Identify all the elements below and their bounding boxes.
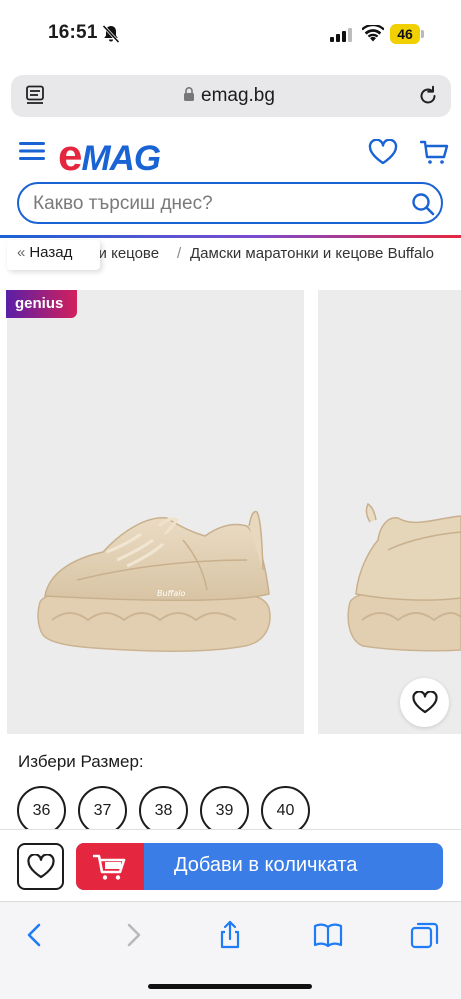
heart-outline-icon xyxy=(412,691,438,714)
logo-e: e xyxy=(58,131,83,180)
signal-icon xyxy=(330,28,352,42)
status-bar: 16:51 46 xyxy=(0,0,461,66)
battery-level: 46 xyxy=(390,24,420,44)
sneaker-image-2 xyxy=(347,502,461,652)
favorite-button[interactable] xyxy=(17,843,64,890)
add-to-wishlist-button[interactable] xyxy=(400,678,449,727)
favorites-heart-icon[interactable] xyxy=(368,139,398,165)
add-to-cart-button[interactable]: Добави в количката xyxy=(76,843,443,890)
share-icon[interactable] xyxy=(215,920,245,950)
size-option[interactable]: 38 xyxy=(139,786,188,835)
sneaker-image: Buffalo xyxy=(37,510,271,652)
genius-badge: genius xyxy=(6,290,77,318)
status-time: 16:51 xyxy=(48,22,98,43)
bookmarks-icon[interactable] xyxy=(313,920,343,950)
cart-icon xyxy=(93,854,126,880)
size-selector-label: Избери Размер: xyxy=(18,752,144,771)
hamburger-menu-icon[interactable] xyxy=(19,140,45,162)
size-option[interactable]: 36 xyxy=(17,786,66,835)
size-option[interactable]: 40 xyxy=(261,786,310,835)
forward-chevron-icon[interactable] xyxy=(118,920,148,950)
tabs-icon[interactable] xyxy=(410,920,440,950)
browser-address-bar[interactable]: emag.bg xyxy=(11,75,451,117)
header-accent-line xyxy=(0,235,461,238)
emag-logo[interactable]: eMAG xyxy=(58,131,161,180)
url-text: emag.bg xyxy=(201,85,275,106)
size-option[interactable]: 37 xyxy=(78,786,127,835)
cart-section xyxy=(76,843,144,890)
site-header: eMAG xyxy=(0,128,461,240)
heart-outline-icon xyxy=(27,854,55,879)
search-icon[interactable] xyxy=(411,192,435,216)
lock-icon xyxy=(184,87,194,101)
cart-icon[interactable] xyxy=(420,139,450,165)
wifi-icon xyxy=(362,25,384,42)
back-chevron-icon[interactable] xyxy=(20,920,50,950)
search-input[interactable] xyxy=(33,192,403,216)
svg-text:Buffalo: Buffalo xyxy=(157,589,185,598)
search-box[interactable] xyxy=(17,182,443,224)
bell-muted-icon xyxy=(102,24,120,44)
size-option[interactable]: 39 xyxy=(200,786,249,835)
back-label: Назад xyxy=(29,244,73,261)
product-image-main[interactable]: Buffalo xyxy=(7,290,304,734)
chevron-left-icon: « xyxy=(17,244,26,261)
breadcrumb-current[interactable]: Дамски маратонки и кецове Buffalo xyxy=(190,245,434,262)
product-image-next[interactable] xyxy=(318,290,461,734)
home-indicator xyxy=(148,984,312,989)
logo-rest: MAG xyxy=(81,139,161,178)
page-menu-icon[interactable] xyxy=(25,85,45,107)
back-button[interactable]: «Назад xyxy=(7,240,100,270)
breadcrumb-separator: / xyxy=(177,245,182,262)
add-to-cart-label: Добави в количката xyxy=(174,854,358,876)
sticky-add-bar: Добави в количката xyxy=(0,829,461,901)
battery-tip xyxy=(421,30,424,38)
reload-icon[interactable] xyxy=(417,84,439,106)
